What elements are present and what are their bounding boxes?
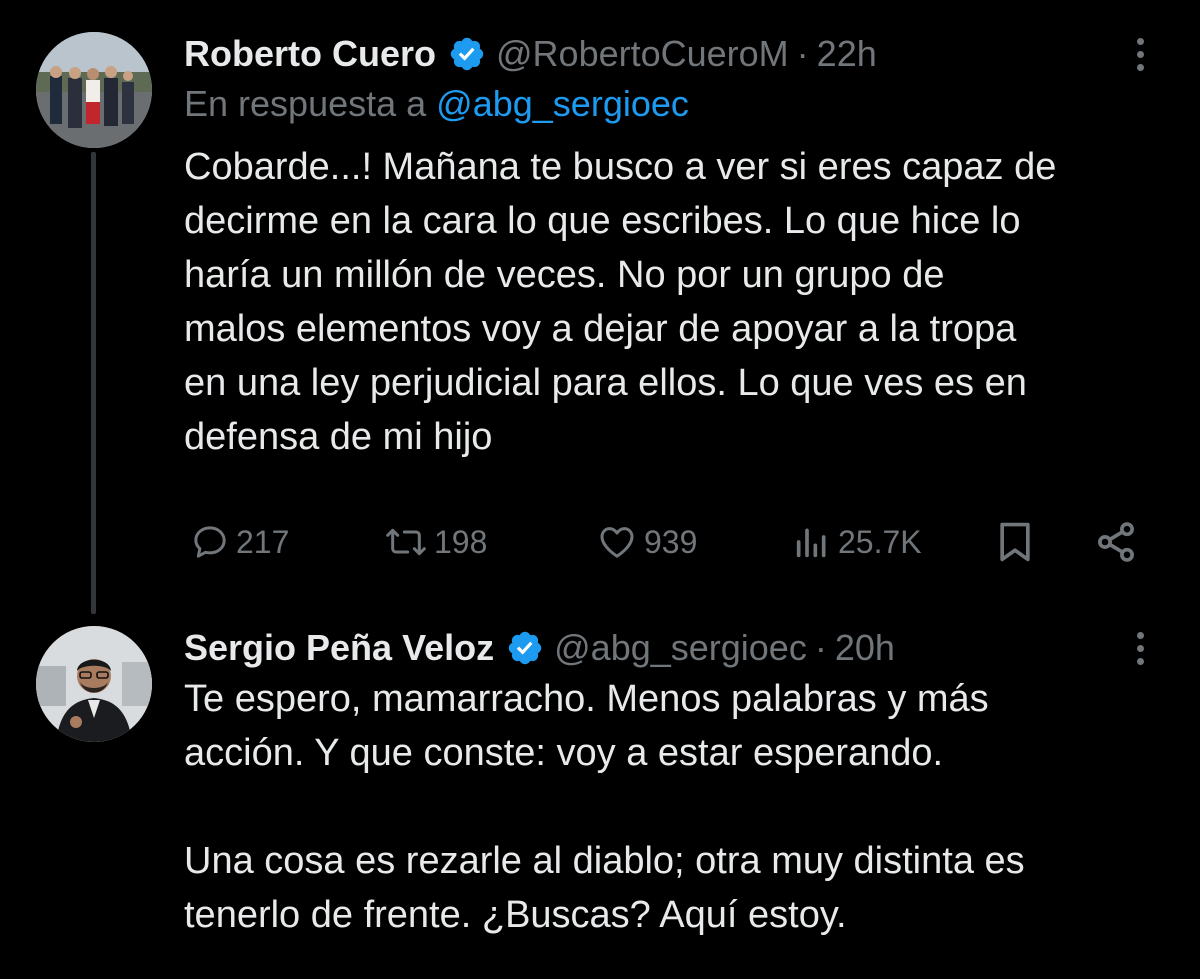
reply-mention-link[interactable]: @abg_sergioec: [436, 83, 689, 124]
like-button[interactable]: 939: [596, 514, 697, 570]
more-icon[interactable]: [1120, 626, 1160, 670]
more-icon[interactable]: [1120, 32, 1160, 76]
tweet-roberto-cuero[interactable]: Roberto Cuero @RobertoCueroM · 22h En re…: [184, 32, 1160, 464]
reply-context: En respuesta a @abg_sergioec: [184, 82, 1160, 126]
verified-badge-icon: [448, 35, 486, 73]
like-count: 939: [644, 523, 698, 560]
avatar-sergio-pena-veloz[interactable]: [36, 626, 152, 742]
timestamp[interactable]: 20h: [835, 626, 895, 670]
timestamp[interactable]: 22h: [817, 32, 877, 76]
avatar-roberto-cuero[interactable]: [36, 32, 152, 148]
share-button[interactable]: [1094, 514, 1138, 570]
tweet-text: Te espero, mamarracho. Menos palabras y …: [184, 678, 1025, 936]
author-handle[interactable]: @abg_sergioec: [554, 626, 807, 670]
tweet-text: Cobarde...! Mañana te busco a ver si ere…: [184, 146, 1057, 458]
reply-icon: [194, 526, 226, 558]
tweet-header: Sergio Peña Veloz @abg_sergioec · 20h: [184, 626, 1160, 670]
author-name[interactable]: Roberto Cuero: [184, 32, 436, 76]
thread-connector-line: [91, 152, 96, 614]
like-icon: [600, 527, 634, 558]
tweet-sergio-pena-veloz[interactable]: Sergio Peña Veloz @abg_sergioec · 20h Te…: [184, 626, 1160, 942]
tweet-actions-bar: 217 198 939 25.7K: [184, 514, 1144, 570]
reply-button[interactable]: 217: [190, 514, 289, 570]
bookmark-button[interactable]: [996, 514, 1034, 570]
verified-badge-icon: [506, 629, 544, 667]
views-count: 25.7K: [838, 523, 922, 560]
views-button[interactable]: 25.7K: [792, 514, 922, 570]
retweet-button[interactable]: 198: [384, 514, 487, 570]
separator-dot: ·: [814, 627, 827, 668]
tweet-header: Roberto Cuero @RobertoCueroM · 22h: [184, 32, 1160, 76]
retweet-icon: [386, 528, 426, 556]
reply-prefix: En respuesta a: [184, 83, 427, 124]
retweet-count: 198: [434, 523, 488, 560]
bookmark-icon: [1000, 522, 1030, 562]
author-handle[interactable]: @RobertoCueroM: [496, 32, 789, 76]
reply-count: 217: [236, 523, 290, 560]
share-icon: [1098, 522, 1134, 562]
author-name[interactable]: Sergio Peña Veloz: [184, 626, 494, 670]
separator-dot: ·: [796, 33, 809, 74]
views-icon: [796, 528, 826, 558]
